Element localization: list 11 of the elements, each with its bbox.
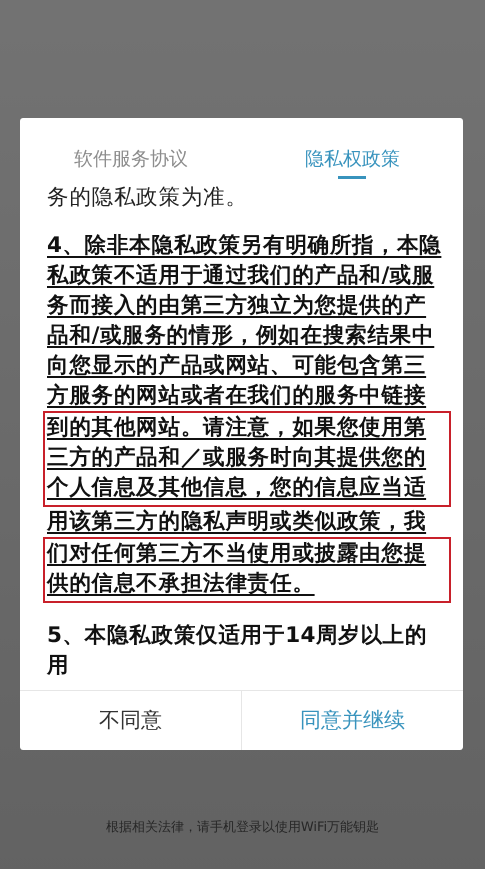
decline-button[interactable]: 不同意 (20, 691, 242, 750)
highlighted-policy-text: 到的其他网站。请注意，如果您使用第三方的产品和／或服务时向其提供您的个人信息及其他信息，您的信息应当适 (43, 411, 451, 507)
tab[interactable]: 软件服务协议 (20, 118, 242, 183)
policy-text: 用该第三方的隐私声明或类似政策，我 (47, 508, 428, 536)
policy-text: 4、除非本隐私政策另有明确所指，本隐私政策不适用于通过我们的产品和/或服务而接入的由第三方独立为您提供的产品和/或服务的情形，例如在搜索结果中向您显示的产品或网站、可能包含第三方服务的网站或者在我们的服务中链接 (47, 232, 442, 410)
agree-button[interactable]: 同意并继续 (242, 691, 463, 750)
tab[interactable]: 隐私权政策 (242, 118, 463, 183)
footer-note: 根据相关法律，请手机登录以使用WiFi万能钥匙 (104, 819, 380, 837)
policy-text: 5、本隐私政策仅适用于14周岁以上的用 (47, 622, 428, 680)
highlighted-policy-text: 们对任何第三方不当使用或披露由您提供的信息不承担法律责任。 (43, 537, 451, 603)
policy-text: 务的隐私政策为准。 (47, 184, 249, 212)
